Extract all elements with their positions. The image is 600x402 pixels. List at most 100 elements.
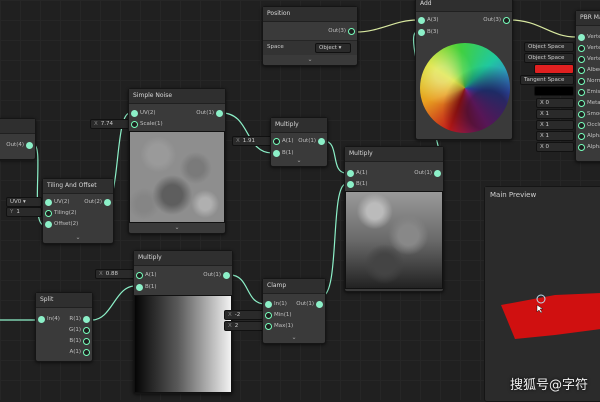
pbr-port-6[interactable]: Metal [578, 99, 600, 108]
port-label: B(1) [69, 338, 81, 344]
port-label: Out(2) [84, 199, 102, 205]
pbr-port-3[interactable]: Albed [578, 66, 600, 75]
port-label: Out(3) [328, 28, 346, 34]
pbr-field-alpha-clip[interactable]: X 0 [536, 142, 574, 152]
multiply-right-b-port[interactable]: B(1) [347, 180, 373, 189]
add-b-port[interactable]: B(3) [418, 28, 446, 37]
main-preview-panel[interactable]: Main Preview [484, 186, 600, 402]
pbr-master-node[interactable]: PBR Ma Verte Verte Verte Albed Norm Emis… [575, 10, 600, 162]
multiply-bottom-out-port[interactable]: Out(1) [200, 271, 230, 280]
port-label: In(1) [274, 301, 287, 307]
pbr-field-smoothness[interactable]: X 1 [536, 109, 574, 119]
gradient-preview-image [134, 295, 232, 393]
clamp-in-port[interactable]: In(1) [265, 300, 293, 309]
port-label: UV(2) [54, 199, 70, 205]
pbr-port-5[interactable]: Emiss [578, 88, 600, 97]
multiply-right-a-port[interactable]: A(1) [347, 169, 373, 178]
noise-out-port[interactable]: Out(1) [193, 109, 223, 118]
main-preview-viewport[interactable] [485, 203, 600, 401]
noise-uv-port[interactable]: UV(2) [131, 109, 171, 118]
node-title: Clamp [263, 279, 325, 294]
pbr-port-0[interactable]: Verte [578, 33, 600, 42]
add-preview-sphere [420, 43, 510, 133]
pbr-port-7[interactable]: Smoo [578, 110, 600, 119]
node-title: Multiply [134, 251, 232, 266]
port-label: Max(1) [274, 323, 294, 329]
clamp-min-value: -2 [234, 312, 241, 318]
pbr-field-metallic[interactable]: X 0 [536, 98, 574, 108]
chevron-down-icon[interactable]: ⌄ [263, 56, 357, 64]
noise-scale-port[interactable]: Scale(1) [131, 120, 171, 129]
multiply-bottom-a-field[interactable]: X 0.88 [95, 269, 137, 279]
add-node[interactable]: Add A(3) B(3) Out(3) [415, 0, 513, 140]
multiply-a-field[interactable]: X 1.91 [232, 136, 274, 146]
tiling-offset-port[interactable]: Offset(2) [45, 220, 85, 229]
port-label: Out(1) [196, 110, 214, 116]
chevron-down-icon[interactable]: ⌄ [43, 234, 113, 242]
clamp-max-port[interactable]: Max(1) [265, 322, 293, 331]
position-node[interactable]: Position Out(3) Space Object ▾ ⌄ [262, 6, 358, 66]
multiply-right-out-port[interactable]: Out(1) [411, 169, 441, 178]
pbr-port-4[interactable]: Norm [578, 77, 600, 86]
pbr-field-normal-space[interactable]: Tangent Space [520, 75, 574, 85]
wire-add-to-pbr [509, 19, 577, 38]
split-b-port[interactable]: B(1) [66, 337, 90, 346]
pbr-port-1[interactable]: Verte [578, 44, 600, 53]
simple-noise-node[interactable]: Simple Noise UV(2) Scale(1) Out(1) ⌄ [128, 88, 226, 234]
split-in-port[interactable]: In(4) [38, 315, 64, 324]
tiling-out-port[interactable]: Out(2) [83, 198, 111, 207]
split-g-port[interactable]: G(1) [66, 326, 90, 335]
field-label: X [99, 271, 103, 277]
pbr-port-8[interactable]: Occlu [578, 121, 600, 130]
partial-node-left[interactable]: Out(4) [0, 118, 36, 160]
clamp-min-field[interactable]: X -2 [224, 310, 266, 320]
multiply-node-top[interactable]: Multiply A(1) B(1) Out(1) ⌄ [270, 117, 328, 167]
pbr-port-10[interactable]: Alpha [578, 143, 600, 152]
noise-scale-field[interactable]: X 7.74 [90, 119, 132, 129]
pbr-field-alpha[interactable]: X 1 [536, 131, 574, 141]
port-label: Norm [587, 78, 600, 84]
clamp-out-port[interactable]: Out(1) [295, 300, 323, 309]
clamp-max-field[interactable]: X2 [224, 321, 266, 331]
port-label: Verte [587, 56, 600, 62]
tiling-y-field[interactable]: Y1 [6, 207, 42, 217]
split-r-port[interactable]: R(1) [66, 315, 90, 324]
pbr-field-occlusion[interactable]: X 1 [536, 120, 574, 130]
multiply-bottom-b-port[interactable]: B(1) [136, 283, 162, 292]
chevron-down-icon[interactable]: ⌄ [129, 224, 225, 232]
preview-red-plane [501, 293, 600, 339]
pbr-field-vertex-position[interactable]: Object Space [524, 42, 574, 52]
split-a-port[interactable]: A(1) [66, 348, 90, 357]
port-label: Out(1) [298, 138, 316, 144]
pbr-field-albedo-color[interactable] [534, 64, 574, 74]
chevron-down-icon[interactable]: ⌄ [271, 157, 327, 165]
tiling-tiling-port[interactable]: Tiling(2) [45, 209, 85, 218]
add-a-port[interactable]: A(3) [418, 16, 446, 25]
position-out-port[interactable]: Out(3) [325, 27, 355, 36]
multiply-top-a-port[interactable]: A(1) [273, 137, 299, 146]
multiply-node-right[interactable]: Multiply A(1) B(1) Out(1) [344, 146, 444, 292]
port-label: Occlu [587, 122, 600, 128]
pbr-port-2[interactable]: Verte [578, 55, 600, 64]
pbr-port-9[interactable]: Alpha [578, 132, 600, 141]
multiply-top-out-port[interactable]: Out(1) [297, 137, 325, 146]
partial-node-out-port[interactable]: Out(4) [3, 141, 33, 150]
uv-channel-field[interactable]: UV0 ▾ [6, 197, 42, 207]
split-node[interactable]: Split In(4) R(1) G(1) B(1) A(1) [35, 292, 93, 362]
multiply-bottom-a-port[interactable]: A(1) [136, 271, 162, 280]
pbr-field-vertex-normal[interactable]: Object Space [524, 53, 574, 63]
pbr-field-emission-color[interactable] [534, 86, 574, 96]
node-title: Add [416, 0, 512, 12]
port-label: R(1) [69, 316, 81, 322]
add-out-port[interactable]: Out(3) [480, 16, 510, 25]
tiling-and-offset-node[interactable]: Tiling And Offset UV(2) Tiling(2) Offset… [42, 178, 114, 244]
field-value: X 1 [540, 133, 550, 139]
multiply-node-bottom[interactable]: Multiply A(1) B(1) Out(1) [133, 250, 233, 394]
tiling-uv-port[interactable]: UV(2) [45, 198, 85, 207]
chevron-down-icon[interactable]: ⌄ [263, 334, 325, 342]
clamp-min-port[interactable]: Min(1) [265, 311, 293, 320]
field-value: X 1 [540, 111, 550, 117]
node-title: PBR Ma [576, 11, 600, 26]
space-dropdown[interactable]: Object ▾ [315, 43, 351, 53]
clamp-node[interactable]: Clamp In(1) Min(1) Max(1) Out(1) ⌄ [262, 278, 326, 344]
